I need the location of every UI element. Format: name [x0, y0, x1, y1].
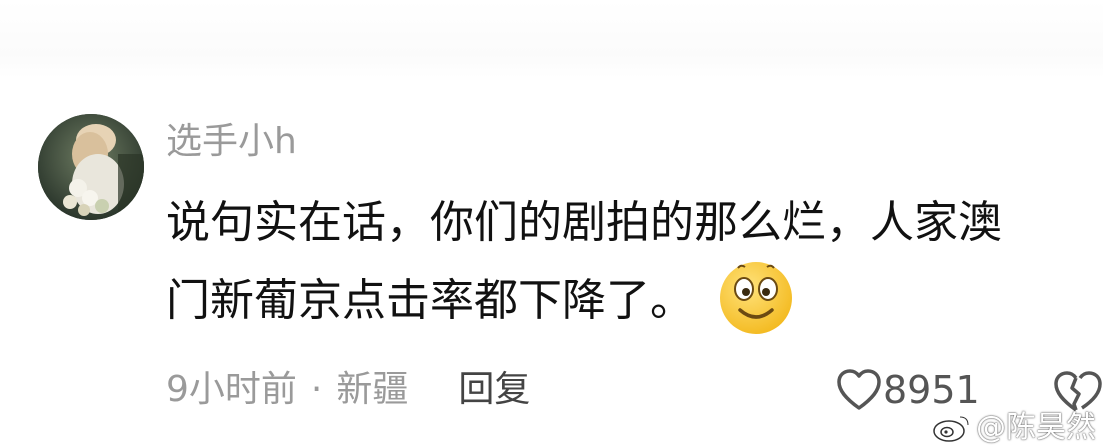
- meta-separator: ·: [310, 369, 323, 410]
- comment-time: 9小时前: [166, 369, 297, 410]
- weibo-logo-icon: [932, 410, 976, 445]
- comment-meta: 9小时前 · 新疆 回复: [166, 362, 530, 418]
- comment-item: 选手小h 说句实在话，你们的剧拍的那么烂，人家澳 门新葡京点击率都下降了。 9小…: [0, 0, 1103, 448]
- comment-location: 新疆: [336, 369, 409, 410]
- comment-text: 说句实在话，你们的剧拍的那么烂，人家澳 门新葡京点击率都下降了。: [166, 184, 1101, 340]
- username[interactable]: 选手小h: [166, 118, 297, 166]
- smile-emoji-icon: [716, 256, 796, 336]
- watermark: @陈昊然: [932, 410, 1096, 446]
- like-count: 8951: [883, 368, 980, 412]
- comment-text-line-2: 门新葡京点击率都下降了。: [166, 262, 1101, 340]
- dislike-button[interactable]: [1046, 366, 1103, 416]
- comment-text-line-1: 说句实在话，你们的剧拍的那么烂，人家澳: [166, 197, 1002, 248]
- avatar[interactable]: [38, 114, 144, 220]
- comment-text-line-2-content: 门新葡京点击率都下降了。: [166, 275, 694, 326]
- watermark-text: @陈昊然: [976, 410, 1096, 445]
- reply-button[interactable]: 回复: [458, 362, 530, 418]
- heart-icon: [835, 368, 883, 412]
